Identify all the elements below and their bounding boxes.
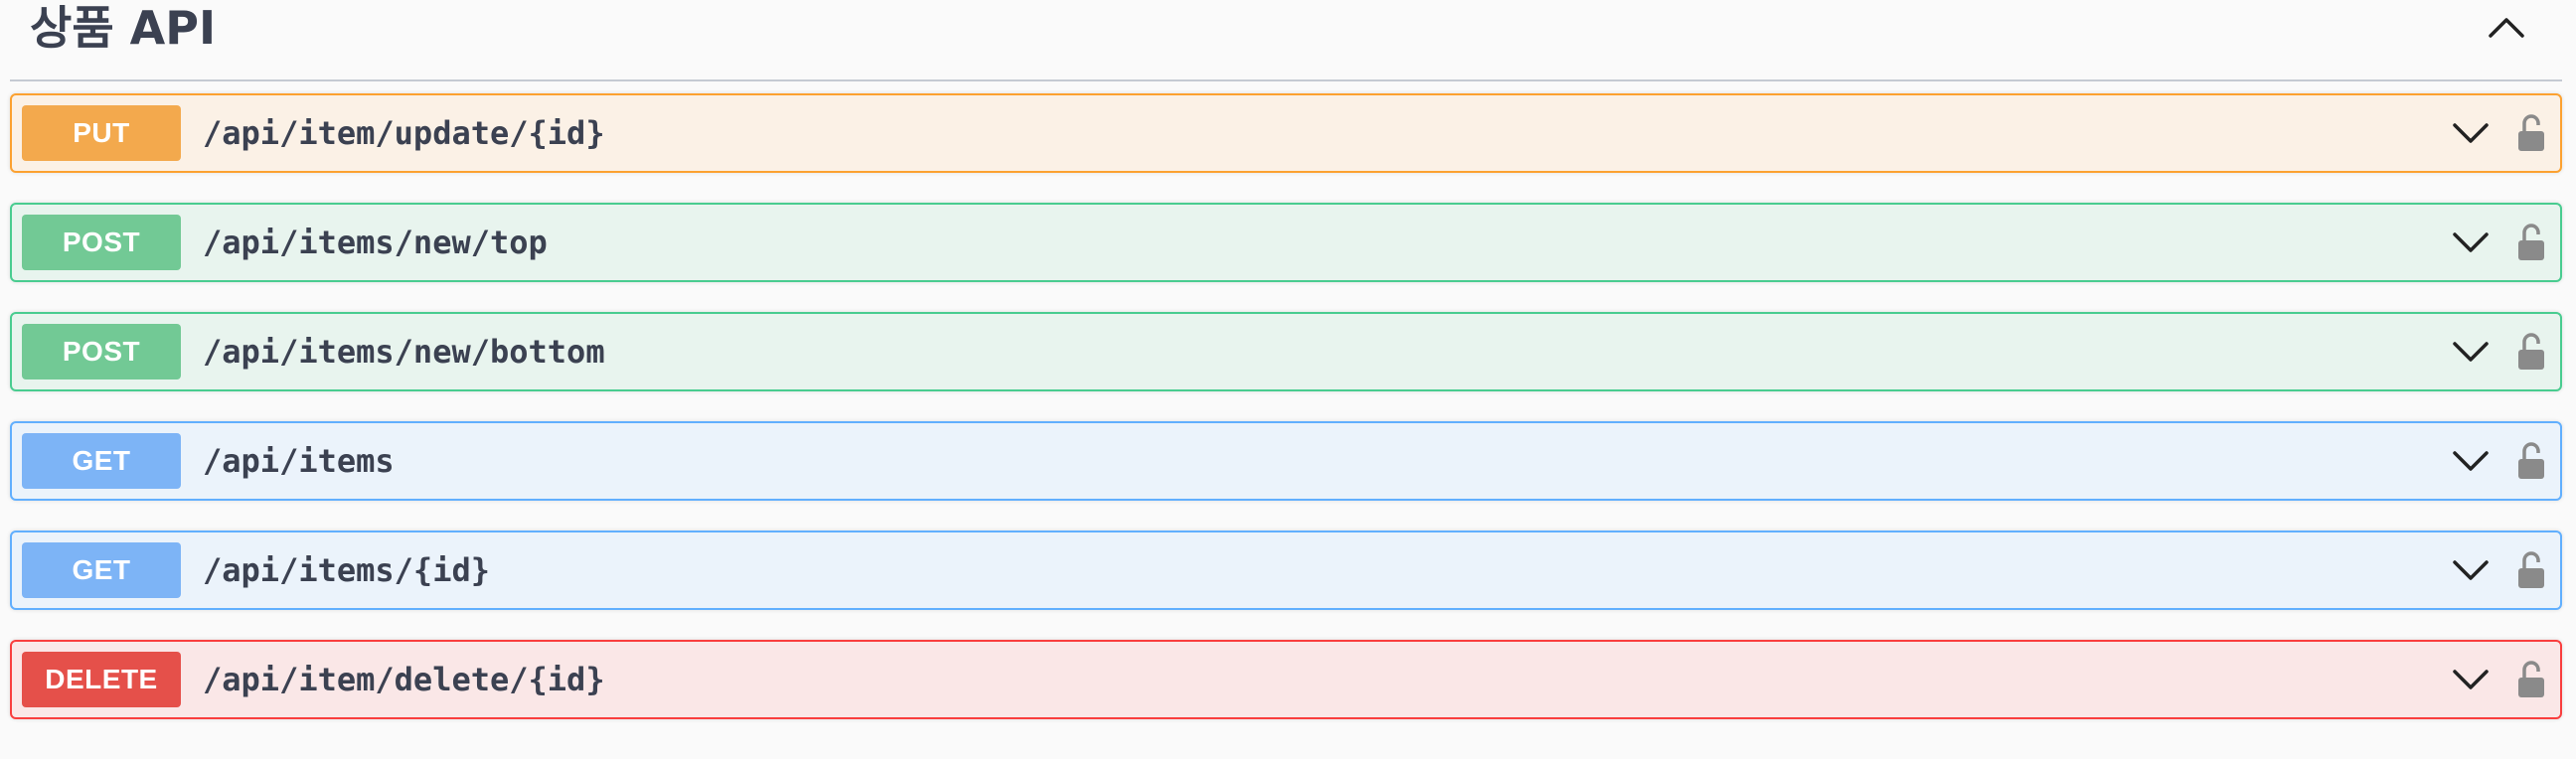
lock-icon	[2518, 333, 2544, 370]
expand-button[interactable]	[2451, 660, 2491, 699]
method-badge: DELETE	[22, 652, 181, 707]
authorize-button[interactable]	[2514, 111, 2548, 155]
expand-button[interactable]	[2451, 113, 2491, 153]
operation-path: /api/items	[203, 442, 395, 480]
section-header[interactable]: 상품 API	[10, 0, 2562, 81]
collapse-button[interactable]	[2483, 6, 2530, 50]
lock-icon	[2518, 442, 2544, 479]
authorize-button[interactable]	[2514, 221, 2548, 264]
authorize-button[interactable]	[2514, 330, 2548, 374]
method-badge: GET	[22, 433, 181, 489]
method-badge: POST	[22, 324, 181, 380]
authorize-button[interactable]	[2514, 548, 2548, 592]
operation-delete-item[interactable]: DELETE /api/item/delete/{id}	[10, 640, 2562, 719]
operation-path: /api/items/new/top	[203, 224, 548, 261]
chevron-down-icon	[2453, 560, 2489, 580]
expand-button[interactable]	[2451, 223, 2491, 262]
operation-path: /api/item/update/{id}	[203, 114, 605, 152]
lock-icon	[2518, 551, 2544, 588]
lock-icon	[2518, 661, 2544, 697]
operation-path: /api/items/new/bottom	[203, 333, 605, 371]
operations-list: PUT /api/item/update/{id} POST /api/item…	[10, 93, 2562, 749]
chevron-up-icon	[2489, 18, 2524, 38]
authorize-button[interactable]	[2514, 439, 2548, 483]
operation-post-items-new-top[interactable]: POST /api/items/new/top	[10, 203, 2562, 282]
chevron-down-icon	[2453, 670, 2489, 689]
operation-path: /api/item/delete/{id}	[203, 661, 605, 698]
method-badge: POST	[22, 215, 181, 270]
expand-button[interactable]	[2451, 332, 2491, 372]
section-title: 상품 API	[30, 1, 217, 55]
expand-button[interactable]	[2451, 550, 2491, 590]
operation-post-items-new-bottom[interactable]: POST /api/items/new/bottom	[10, 312, 2562, 391]
chevron-down-icon	[2453, 123, 2489, 143]
lock-icon	[2518, 114, 2544, 151]
lock-icon	[2518, 224, 2544, 260]
operation-get-item-by-id[interactable]: GET /api/items/{id}	[10, 531, 2562, 610]
authorize-button[interactable]	[2514, 658, 2548, 701]
chevron-down-icon	[2453, 451, 2489, 471]
chevron-down-icon	[2453, 342, 2489, 362]
method-badge: GET	[22, 542, 181, 598]
operation-get-items[interactable]: GET /api/items	[10, 421, 2562, 501]
expand-button[interactable]	[2451, 441, 2491, 481]
operation-put-item-update[interactable]: PUT /api/item/update/{id}	[10, 93, 2562, 173]
operation-path: /api/items/{id}	[203, 551, 490, 589]
chevron-down-icon	[2453, 232, 2489, 252]
method-badge: PUT	[22, 105, 181, 161]
